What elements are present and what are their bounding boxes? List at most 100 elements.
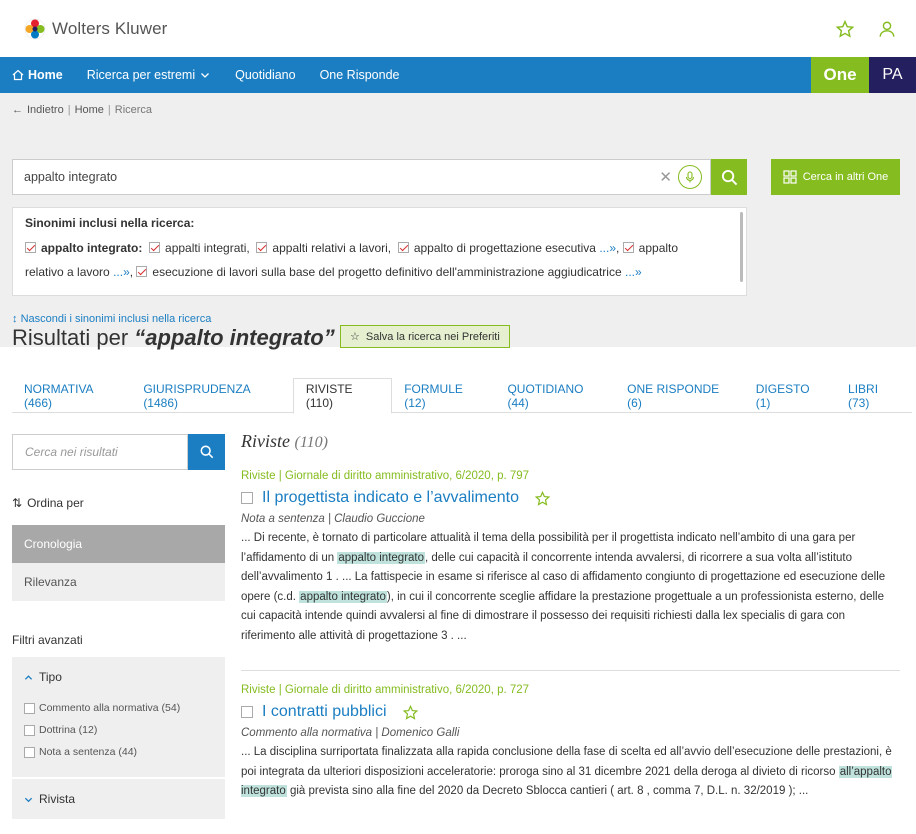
result-meta: Nota a sentenza | Claudio Guccione <box>241 513 425 525</box>
nav-quotidiano[interactable]: Quotidiano <box>223 57 307 93</box>
result-snippet: ... Di recente, è tornato di particolare… <box>241 529 900 646</box>
chevron-down-icon <box>201 73 210 78</box>
tab-libri[interactable]: LIBRI (73) <box>836 378 912 413</box>
result-source[interactable]: Riviste | Giornale di diritto amministra… <box>241 684 900 696</box>
home-icon <box>12 69 24 81</box>
results-title: Risultati per “appalto integrato” <box>12 325 335 351</box>
results-title-query: “appalto integrato” <box>134 325 335 350</box>
logo[interactable]: Wolters Kluwer <box>24 18 167 40</box>
result-source[interactable]: Riviste | Giornale di diritto amministra… <box>241 470 900 482</box>
back-arrow-icon[interactable]: ← <box>12 104 23 116</box>
sort-rilevanza[interactable]: Rilevanza <box>12 563 225 601</box>
tab-riviste[interactable]: RIVISTE (110) <box>292 378 393 414</box>
filter-tipo-label: Tipo <box>39 670 62 684</box>
favorites-star-icon[interactable] <box>836 19 854 38</box>
snippet-highlight: appalto integrato <box>337 551 426 564</box>
user-icon[interactable] <box>878 20 896 38</box>
save-search-label: Salva la ricerca nei Preferiti <box>365 330 500 343</box>
main-nav: Home Ricerca per estremi Quotidiano One … <box>0 57 916 93</box>
tab-quotidiano[interactable]: QUOTIDIANO (44) <box>495 378 615 413</box>
synonym-item: appalti relativi a lavori, <box>272 241 392 255</box>
result-title[interactable]: I contratti pubblici <box>262 703 387 721</box>
hide-synonyms-label: Nascondi i sinonimi inclusi nella ricerc… <box>20 313 212 325</box>
filter-panel: Tipo Commento alla normativa (54) Dottri… <box>12 657 225 819</box>
result-title[interactable]: Il progettista indicato e l’avvalimento <box>262 489 519 507</box>
search-input[interactable]: appalto integrato ✕ <box>12 159 711 195</box>
search-region: ← Indietro | Home | Ricerca appalto inte… <box>0 93 916 347</box>
filter-option-label: Nota a sentenza (44) <box>39 746 138 758</box>
synonym-more-link[interactable]: ...» <box>625 265 642 279</box>
snippet-highlight: appalto integrato <box>299 590 387 603</box>
synonym-checkbox[interactable] <box>397 242 409 253</box>
filter-checkbox[interactable] <box>24 702 35 714</box>
advanced-filters-title: Filtri avanzati <box>12 633 83 647</box>
synonym-checkbox[interactable] <box>256 242 268 253</box>
sort-label: ⇅ Ordina per <box>12 496 84 510</box>
microphone-icon <box>685 171 695 183</box>
result-checkbox[interactable] <box>241 492 253 504</box>
sidebar-search: Cerca nei risultati <box>12 434 225 470</box>
clear-icon[interactable]: ✕ <box>659 168 672 186</box>
breadcrumb-current: Ricerca <box>114 104 153 116</box>
nav-ricerca-estremi[interactable]: Ricerca per estremi <box>75 57 223 93</box>
synonym-checkbox[interactable] <box>149 242 161 253</box>
result-meta: Commento alla normativa | Domenico Galli <box>241 727 460 739</box>
search-icon <box>200 445 213 459</box>
chevron-down-icon <box>24 797 33 802</box>
synonym-more-link[interactable]: ...» <box>599 241 616 255</box>
synonym-lead: appalto integrato: <box>41 241 143 255</box>
synonym-more-link[interactable]: ...» <box>113 265 130 279</box>
result-tabs: NORMATIVA (466) GIURISPRUDENZA (1486) RI… <box>12 378 912 414</box>
pa-button[interactable]: PA <box>869 57 916 93</box>
search-button[interactable] <box>711 159 747 195</box>
filter-rivista-toggle[interactable]: Rivista <box>12 779 225 819</box>
breadcrumb: ← Indietro | Home | Ricerca <box>12 104 153 116</box>
chevron-up-icon <box>24 674 33 680</box>
filter-option[interactable]: Dottrina (12) <box>12 719 225 741</box>
result-divider <box>241 670 900 671</box>
synonym-checkbox[interactable] <box>136 266 148 277</box>
search-in-results-button[interactable] <box>188 434 225 470</box>
tab-giurisprudenza[interactable]: GIURISPRUDENZA (1486) <box>131 378 293 413</box>
microphone-button[interactable] <box>678 165 702 189</box>
filter-checkbox[interactable] <box>24 746 35 758</box>
synonym-checkbox[interactable] <box>622 242 634 253</box>
tab-one-risponde[interactable]: ONE RISPONDE (6) <box>615 378 744 413</box>
filter-option-label: Commento alla normativa (54) <box>39 702 181 714</box>
result-item: Riviste | Giornale di diritto amministra… <box>241 470 900 646</box>
hide-synonyms-link[interactable]: ↕ Nascondi i sinonimi inclusi nella rice… <box>12 313 211 325</box>
filter-tipo-toggle[interactable]: Tipo <box>12 657 225 697</box>
nav-one-risponde[interactable]: One Risponde <box>308 57 412 93</box>
favorite-star-icon[interactable] <box>402 704 418 720</box>
search-in-results-input[interactable]: Cerca nei risultati <box>12 434 188 470</box>
result-snippet: ... La disciplina surriportata finalizza… <box>241 743 900 802</box>
tab-formule[interactable]: FORMULE (12) <box>392 378 495 413</box>
one-button[interactable]: One <box>811 57 869 93</box>
favorite-star-icon[interactable] <box>535 490 551 506</box>
filter-option-label: Dottrina (12) <box>39 724 98 736</box>
filter-checkbox[interactable] <box>24 724 35 736</box>
sort-cronologia[interactable]: Cronologia <box>12 525 225 563</box>
result-item: Riviste | Giornale di diritto amministra… <box>241 684 900 802</box>
sort-arrows-icon: ⇅ <box>12 496 23 510</box>
breadcrumb-home[interactable]: Home <box>75 104 104 116</box>
breadcrumb-back[interactable]: Indietro <box>27 104 64 116</box>
results-heading-label: Riviste <box>241 431 290 451</box>
synonyms-title: Sinonimi inclusi nella ricerca: <box>25 216 195 230</box>
search-input-value[interactable]: appalto integrato <box>24 170 659 184</box>
results-count: (110) <box>294 434 328 451</box>
filter-option[interactable]: Nota a sentenza (44) <box>12 741 225 763</box>
filter-option[interactable]: Commento alla normativa (54) <box>12 697 225 719</box>
synonym-item: esecuzione di lavori sulla base del prog… <box>152 265 622 279</box>
synonyms-scrollbar[interactable] <box>740 212 743 282</box>
nav-home[interactable]: Home <box>0 57 75 93</box>
save-search-button[interactable]: ☆ Salva la ricerca nei Preferiti <box>340 325 510 348</box>
filter-rivista-label: Rivista <box>39 792 76 806</box>
tab-digesto[interactable]: DIGESTO (1) <box>744 378 836 413</box>
synonym-checkbox-lead[interactable] <box>25 242 36 253</box>
search-icon <box>721 169 737 185</box>
tab-normativa[interactable]: NORMATIVA (466) <box>12 378 131 413</box>
result-checkbox[interactable] <box>241 706 253 718</box>
sort-label-text: Ordina per <box>27 496 84 510</box>
cerca-altri-one-button[interactable]: Cerca in altri One <box>771 159 900 195</box>
